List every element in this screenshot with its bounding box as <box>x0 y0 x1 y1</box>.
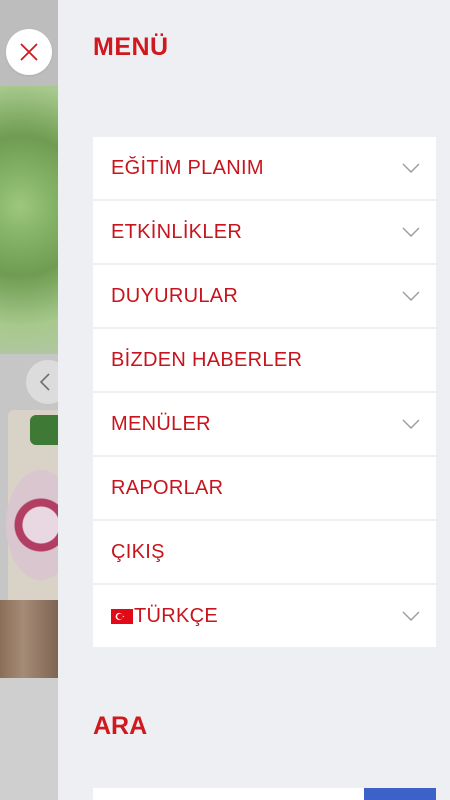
menu-item-raporlar[interactable]: RAPORLAR <box>93 457 436 519</box>
chevron-down-icon[interactable] <box>402 227 420 237</box>
product-label-image <box>30 415 58 445</box>
background-banner-image <box>0 86 58 354</box>
chevron-down-icon[interactable] <box>402 419 420 429</box>
chevron-down-icon[interactable] <box>402 611 420 621</box>
search-bar <box>93 788 436 800</box>
chevron-down-icon[interactable] <box>402 291 420 301</box>
menu-item-cikis[interactable]: ÇIKIŞ <box>93 521 436 583</box>
background-page-overlay[interactable] <box>0 0 58 800</box>
menu-item-etkinlikler[interactable]: ETKİNLİKLER <box>93 201 436 263</box>
menu-item-egitim-planim[interactable]: EĞİTİM PLANIM <box>93 137 436 199</box>
search-input[interactable] <box>93 788 364 800</box>
menu-item-menuler[interactable]: MENÜLER <box>93 393 436 455</box>
close-menu-button[interactable] <box>6 29 52 75</box>
chevron-down-icon[interactable] <box>402 163 420 173</box>
menu-item-label: MENÜLER <box>111 412 211 435</box>
menu-item-language[interactable]: TÜRKÇE <box>93 585 436 647</box>
menu-item-label: BİZDEN HABERLER <box>111 348 303 371</box>
close-icon <box>20 43 38 61</box>
menu-title: MENÜ <box>93 33 169 61</box>
search-button[interactable] <box>364 788 436 800</box>
search-section-title: ARA <box>93 712 148 740</box>
language-label: TÜRKÇE <box>134 604 219 627</box>
menu-item-duyurular[interactable]: DUYURULAR <box>93 265 436 327</box>
menu-item-label: RAPORLAR <box>111 476 224 499</box>
menu-item-label: EĞİTİM PLANIM <box>111 156 264 179</box>
menu-item-label: DUYURULAR <box>111 284 239 307</box>
language-selector: TÜRKÇE <box>111 605 218 628</box>
menu-item-label: ETKİNLİKLER <box>111 220 243 243</box>
menu-item-bizden-haberler[interactable]: BİZDEN HABERLER <box>93 329 436 391</box>
turkey-flag-icon <box>111 608 133 624</box>
background-footer <box>0 678 58 800</box>
chevron-left-icon <box>40 373 50 391</box>
side-menu-drawer: MENÜ EĞİTİM PLANIM ETKİNLİKLER DUYURULAR… <box>58 0 450 800</box>
app-screen: MENÜ EĞİTİM PLANIM ETKİNLİKLER DUYURULAR… <box>0 0 450 800</box>
background-wood-image <box>0 600 58 678</box>
menu-list: EĞİTİM PLANIM ETKİNLİKLER DUYURULAR BİZD… <box>93 137 436 649</box>
menu-item-label: ÇIKIŞ <box>111 540 165 563</box>
